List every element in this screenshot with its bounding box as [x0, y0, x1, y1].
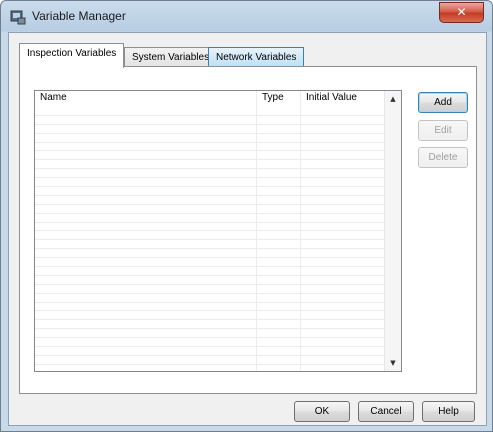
- empty-row: [35, 143, 385, 152]
- tab-label: Network Variables: [216, 52, 297, 63]
- empty-row: [35, 107, 385, 116]
- tab-panel-inspection-variables: Name Type Initial Value ▲ ▼ Add Edit Del…: [19, 66, 477, 394]
- empty-row: [35, 338, 385, 348]
- empty-row: [35, 249, 385, 259]
- add-button[interactable]: Add: [418, 92, 468, 113]
- list-header: Name Type Initial Value: [35, 91, 385, 106]
- tab-inspection-variables[interactable]: Inspection Variables: [19, 43, 125, 68]
- title-bar[interactable]: Variable Manager ✕: [1, 1, 492, 32]
- close-icon: ✕: [456, 5, 467, 19]
- empty-row: [35, 125, 385, 134]
- empty-row: [35, 258, 385, 268]
- empty-row: [35, 311, 385, 321]
- empty-row: [35, 356, 385, 365]
- empty-row: [35, 160, 385, 170]
- variable-manager-window: Variable Manager ✕ Inspection Variables …: [0, 0, 493, 432]
- empty-row: [35, 285, 385, 294]
- empty-row: [35, 267, 385, 276]
- tab-label: Inspection Variables: [27, 48, 117, 59]
- variables-list[interactable]: Name Type Initial Value ▲ ▼: [34, 90, 402, 372]
- list-rows: [35, 107, 385, 365]
- help-button[interactable]: Help: [422, 401, 475, 422]
- empty-row: [35, 329, 385, 339]
- empty-row: [35, 196, 385, 205]
- empty-row: [35, 151, 385, 161]
- delete-button[interactable]: Delete: [418, 147, 468, 168]
- tab-system-variables[interactable]: System Variables: [124, 47, 218, 67]
- empty-row: [35, 231, 385, 241]
- empty-row: [35, 223, 385, 232]
- cancel-button[interactable]: Cancel: [358, 401, 414, 422]
- app-icon: [10, 10, 26, 25]
- scroll-up-icon[interactable]: ▲: [385, 91, 401, 107]
- empty-row: [35, 303, 385, 312]
- empty-row: [35, 116, 385, 125]
- empty-row: [35, 276, 385, 285]
- empty-row: [35, 320, 385, 330]
- empty-row: [35, 214, 385, 223]
- empty-row: [35, 294, 385, 303]
- close-button[interactable]: ✕: [439, 2, 484, 23]
- column-header-name[interactable]: Name: [40, 92, 67, 103]
- tab-network-variables[interactable]: Network Variables: [208, 47, 305, 67]
- empty-row: [35, 205, 385, 214]
- scroll-down-icon[interactable]: ▼: [385, 355, 401, 371]
- tab-label: System Variables: [132, 52, 210, 63]
- empty-row: [35, 169, 385, 179]
- column-header-type[interactable]: Type: [262, 92, 284, 103]
- empty-row: [35, 178, 385, 188]
- column-header-initial-value[interactable]: Initial Value: [306, 92, 357, 103]
- empty-row: [35, 347, 385, 356]
- edit-button[interactable]: Edit: [418, 120, 468, 141]
- ok-button[interactable]: OK: [294, 401, 350, 422]
- vertical-scrollbar[interactable]: ▲ ▼: [384, 91, 401, 371]
- dialog-body: Inspection Variables System Variables Ne…: [8, 32, 487, 426]
- empty-row: [35, 134, 385, 143]
- empty-row: [35, 240, 385, 250]
- empty-row: [35, 187, 385, 196]
- window-title: Variable Manager: [32, 9, 126, 23]
